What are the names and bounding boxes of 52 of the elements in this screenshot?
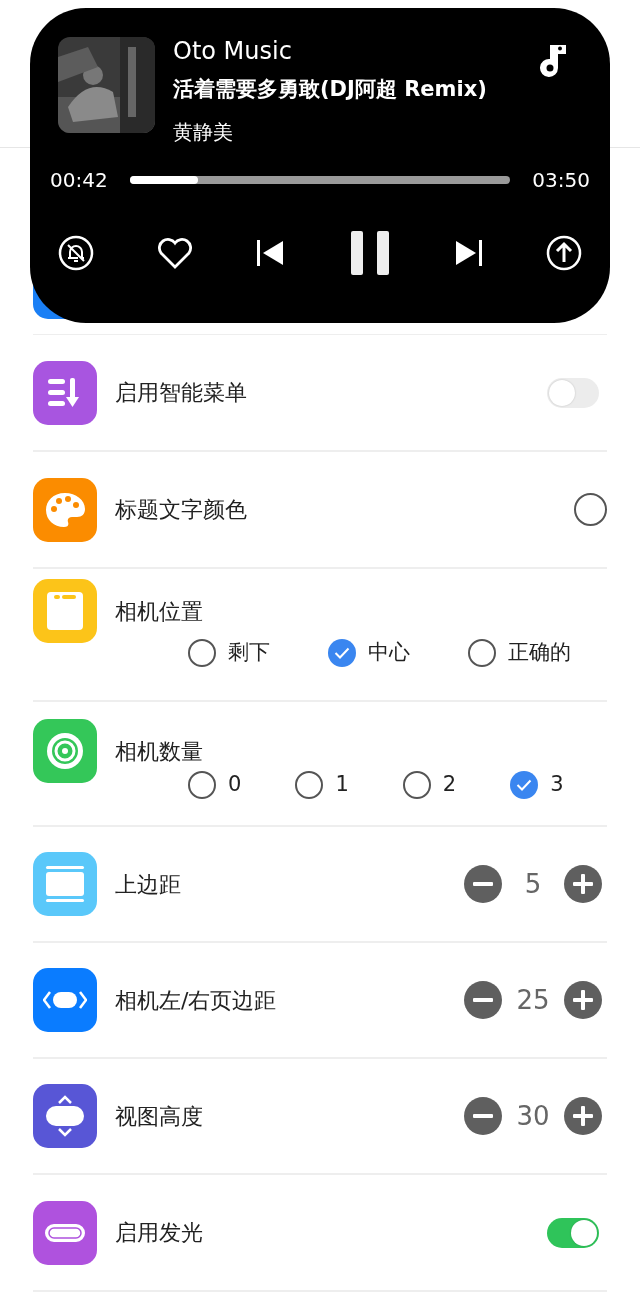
minus-icon [473,1114,493,1118]
minus-icon [473,882,493,886]
radio-button[interactable] [188,638,216,667]
setting-label: 标题文字颜色 [115,496,247,524]
radio-button[interactable] [402,770,431,799]
minus-button[interactable] [464,981,502,1019]
stepper-value: 25 [515,983,551,1017]
setting-label: 启用发光 [115,1219,203,1247]
elapsed-time: 00:42 [50,167,109,195]
radio-button[interactable] [188,770,216,799]
check-icon [516,778,533,791]
setting-label: 相机左/右页边距 [115,986,277,1015]
check-icon [334,646,350,659]
minus-button[interactable] [464,1097,502,1135]
option-label: 剩下 [228,639,270,666]
setting-label: 视图高度 [115,1102,203,1131]
heart-icon[interactable] [157,237,194,270]
setting-label: 上边距 [115,870,181,899]
artist-name: 黄静美 [173,119,234,147]
minus-button[interactable] [464,865,502,903]
plus-icon [573,990,593,1010]
total-time: 03:50 [531,167,590,195]
plus-button[interactable] [564,981,602,1019]
option-label: 中心 [368,639,410,666]
song-title: 活着需要多勇敢(DJ阿超 Remix) [173,75,488,103]
color-swatch[interactable] [574,493,607,526]
toggle-switch[interactable] [547,377,599,408]
toggle-switch[interactable] [547,1217,599,1248]
minus-icon [473,998,493,1002]
option-label: 3 [550,771,564,798]
stepper-value: 30 [515,1099,551,1133]
plus-button[interactable] [564,865,602,903]
plus-button[interactable] [564,1097,602,1135]
setting-label: 相机数量 [115,737,203,766]
stepper-value: 5 [523,867,543,901]
radio-button[interactable] [468,638,496,667]
option-label: 2 [442,771,457,798]
option-label: 0 [228,771,242,798]
progress-track[interactable] [130,176,510,185]
option-label: 1 [335,771,349,798]
radio-button[interactable] [510,770,539,799]
option-label: 正确的 [508,639,571,666]
setting-label: 启用智能菜单 [115,379,247,407]
setting-label: 相机位置 [115,597,203,626]
pause-icon[interactable] [349,231,390,276]
radio-button[interactable] [328,638,356,667]
app-name: Oto Music [173,37,293,66]
upload-icon[interactable] [545,235,582,272]
radio-button[interactable] [295,770,324,799]
music-note-icon [538,43,568,77]
plus-icon [573,1106,593,1126]
plus-icon [573,874,593,894]
